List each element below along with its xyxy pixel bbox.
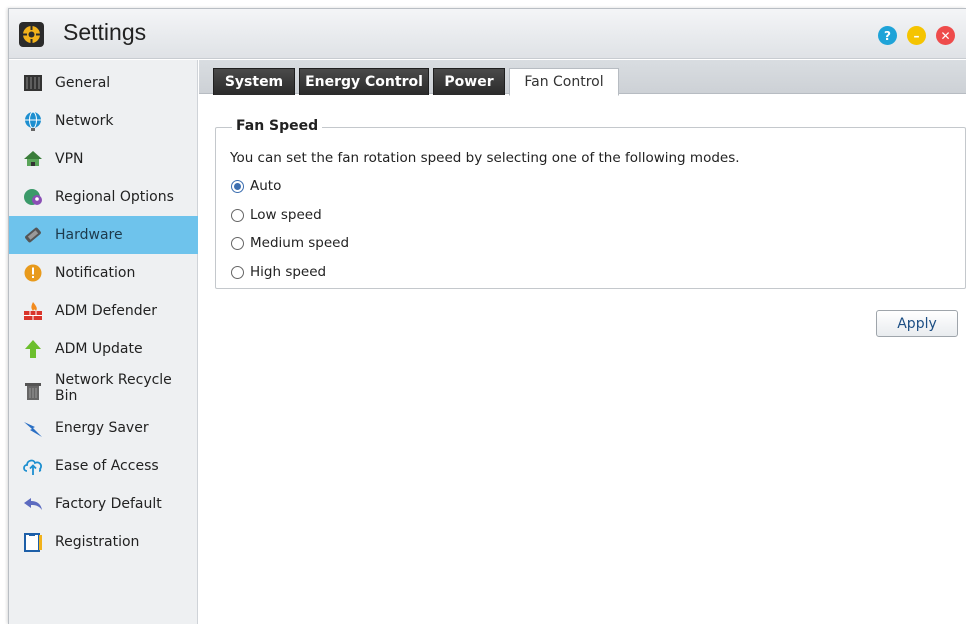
sidebar-item-label: Ease of Access (55, 458, 159, 474)
sidebar-item-label: Regional Options (55, 189, 174, 205)
sidebar-item-network[interactable]: Network (9, 102, 198, 140)
sidebar-item-label: Notification (55, 265, 136, 281)
globe-icon (22, 110, 44, 132)
radio-auto[interactable]: Auto (231, 177, 281, 195)
up-arrow-icon (22, 338, 44, 360)
sidebar-item-adm-update[interactable]: ADM Update (9, 330, 198, 368)
sidebar-item-label: Network (55, 113, 114, 129)
tab-fan-control[interactable]: Fan Control (509, 68, 619, 96)
firewall-icon (22, 300, 44, 322)
sidebar-item-general[interactable]: General (9, 64, 198, 102)
radio-label: Medium speed (250, 235, 350, 251)
sidebar-item-label: ADM Defender (55, 303, 157, 319)
general-icon (22, 72, 44, 94)
settings-window: Settings ? – ✕ General Network VPN Regio… (8, 8, 966, 624)
radio-medium-speed[interactable]: Medium speed (231, 234, 349, 252)
app-icon (19, 22, 44, 47)
sidebar-item-regional-options[interactable]: Regional Options (9, 178, 198, 216)
sidebar-item-notification[interactable]: Notification (9, 254, 198, 292)
sidebar-item-energy-saver[interactable]: Energy Saver (9, 409, 198, 447)
undo-icon (22, 493, 44, 515)
regional-icon (22, 186, 44, 208)
sidebar-item-label: Network Recycle Bin (55, 372, 172, 404)
tab-energy-control[interactable]: Energy Control (299, 68, 429, 95)
sidebar-item-label: ADM Update (55, 341, 143, 357)
tab-power[interactable]: Power (433, 68, 505, 95)
title-bar: Settings ? – ✕ (9, 9, 966, 59)
minimize-button[interactable]: – (907, 26, 926, 45)
sidebar-item-label: Factory Default (55, 496, 162, 512)
sidebar-item-label: Hardware (55, 227, 123, 243)
tab-system[interactable]: System (213, 68, 295, 95)
main-content: System Energy Control Power Fan Control … (199, 60, 966, 624)
fan-speed-legend: Fan Speed (232, 118, 323, 134)
sidebar-item-network-recycle-bin[interactable]: Network Recycle Bin (9, 368, 198, 410)
sidebar-item-factory-default[interactable]: Factory Default (9, 485, 198, 523)
sidebar-item-hardware[interactable]: Hardware (9, 216, 198, 254)
radio-label: Low speed (250, 207, 322, 223)
cloud-upload-icon (22, 455, 44, 477)
sidebar-item-label: VPN (55, 151, 84, 167)
sidebar-item-adm-defender[interactable]: ADM Defender (9, 292, 198, 330)
trash-icon (22, 380, 44, 402)
sidebar-item-label: Energy Saver (55, 420, 149, 436)
fan-speed-description: You can set the fan rotation speed by se… (230, 150, 740, 166)
clipboard-icon (22, 531, 44, 553)
sidebar-item-registration[interactable]: Registration (9, 523, 198, 561)
radio-button[interactable] (231, 208, 244, 222)
lightning-icon (22, 417, 44, 439)
alert-icon (22, 262, 44, 284)
sidebar-item-label: Registration (55, 534, 140, 550)
radio-button[interactable] (231, 236, 244, 250)
sidebar-item-ease-of-access[interactable]: Ease of Access (9, 447, 198, 485)
radio-label: Auto (250, 178, 282, 194)
sidebar: General Network VPN Regional Options Har… (9, 60, 198, 624)
tab-bar: System Energy Control Power Fan Control (199, 60, 966, 96)
sidebar-item-label: General (55, 75, 111, 91)
close-button[interactable]: ✕ (936, 26, 955, 45)
hardware-icon (22, 224, 44, 246)
radio-high-speed[interactable]: High speed (231, 263, 326, 281)
radio-low-speed[interactable]: Low speed (231, 206, 322, 224)
radio-label: High speed (250, 264, 327, 280)
help-button[interactable]: ? (878, 26, 897, 45)
window-title: Settings (63, 19, 147, 45)
sidebar-item-vpn[interactable]: VPN (9, 140, 198, 178)
vpn-icon (22, 148, 44, 170)
apply-button[interactable]: Apply (876, 310, 958, 337)
radio-button[interactable] (231, 265, 244, 279)
fan-speed-group: Fan Speed You can set the fan rotation s… (215, 118, 966, 289)
radio-button[interactable] (231, 179, 244, 193)
